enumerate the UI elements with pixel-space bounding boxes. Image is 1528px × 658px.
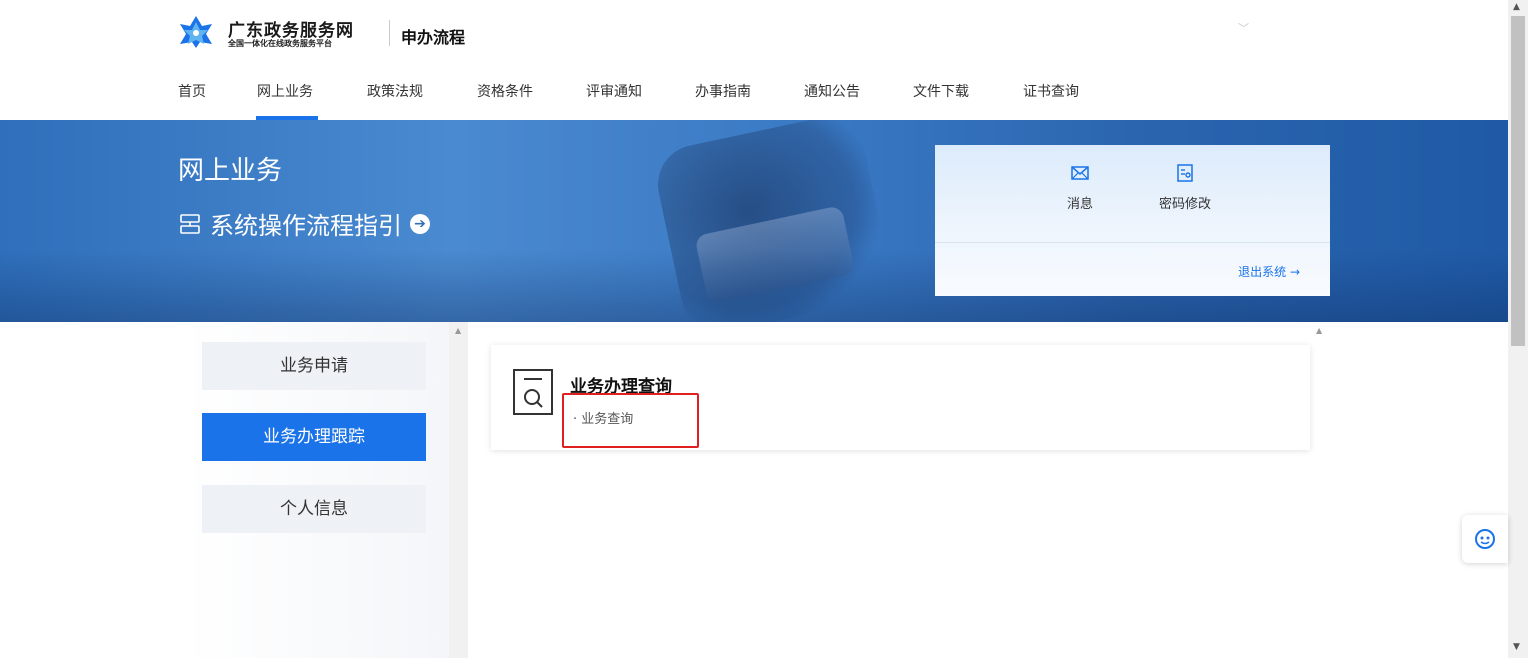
password-edit-icon <box>1177 164 1193 182</box>
page-scroll-down-icon[interactable]: ▼ <box>1513 642 1520 652</box>
main-scroll-up-icon[interactable]: ▲ <box>1316 326 1322 335</box>
document-search-icon <box>513 369 553 415</box>
nav-item-guide[interactable]: 办事指南 <box>695 78 751 120</box>
nav-item-online-business[interactable]: 网上业务 <box>257 78 313 120</box>
arrow-right-circle-icon: ➔ <box>410 213 430 234</box>
app-title: 申办流程 <box>401 28 466 47</box>
chevron-down-icon[interactable]: ﹀ <box>1238 20 1249 36</box>
flow-chart-icon <box>180 213 200 234</box>
nav-item-announcements[interactable]: 通知公告 <box>804 78 860 120</box>
message-label: 消息 <box>1066 197 1093 212</box>
sidebar-item-personal-info[interactable]: 个人信息 <box>202 485 426 533</box>
highlight-box <box>562 393 699 448</box>
nav-item-policy[interactable]: 政策法规 <box>367 78 423 120</box>
banner-title: 网上业务 <box>178 156 283 186</box>
sidebar-scrollbar[interactable] <box>449 322 468 658</box>
password-change-button[interactable]: 密码修改 <box>1155 163 1215 212</box>
nav-item-review-notice[interactable]: 评审通知 <box>586 78 642 120</box>
password-change-label: 密码修改 <box>1158 197 1211 212</box>
banner: 网上业务 系统操作流程指引 ➔ 消息 密码修改 退出系统 → <box>0 120 1508 322</box>
nav-item-home[interactable]: 首页 <box>178 78 206 120</box>
card-divider <box>935 242 1330 243</box>
operation-guide-link[interactable]: 系统操作流程指引 ➔ <box>178 206 430 241</box>
site-logo-icon[interactable] <box>178 14 214 50</box>
header-divider <box>389 20 390 46</box>
nav-item-qualification[interactable]: 资格条件 <box>477 78 533 120</box>
sidebar-scroll-up-icon[interactable]: ▲ <box>455 326 461 335</box>
nav-item-certificate-query[interactable]: 证书查询 <box>1023 78 1079 120</box>
service-robot-icon <box>1475 529 1495 549</box>
user-card: 消息 密码修改 退出系统 → <box>935 145 1330 296</box>
sidebar-item-business-apply[interactable]: 业务申请 <box>202 342 426 390</box>
page-scroll-up-icon[interactable]: ▲ <box>1513 2 1520 12</box>
page-scrollbar-thumb[interactable] <box>1511 16 1525 346</box>
operation-guide-label: 系统操作流程指引 <box>210 212 402 240</box>
sidebar-item-business-tracking[interactable]: 业务办理跟踪 <box>202 413 426 461</box>
floating-service-button[interactable] <box>1462 515 1508 563</box>
message-button[interactable]: 消息 <box>1050 163 1110 212</box>
site-header: 广东政务服务网 全国一体化在线政务服务平台 申办流程 ﹀ 首页 网上业务 政策法… <box>0 0 1508 120</box>
envelope-icon <box>1071 166 1089 180</box>
nav-item-downloads[interactable]: 文件下载 <box>913 78 969 120</box>
logout-link[interactable]: 退出系统 → <box>1238 263 1300 280</box>
logo-subtitle: 全国一体化在线政务服务平台 <box>228 39 332 48</box>
